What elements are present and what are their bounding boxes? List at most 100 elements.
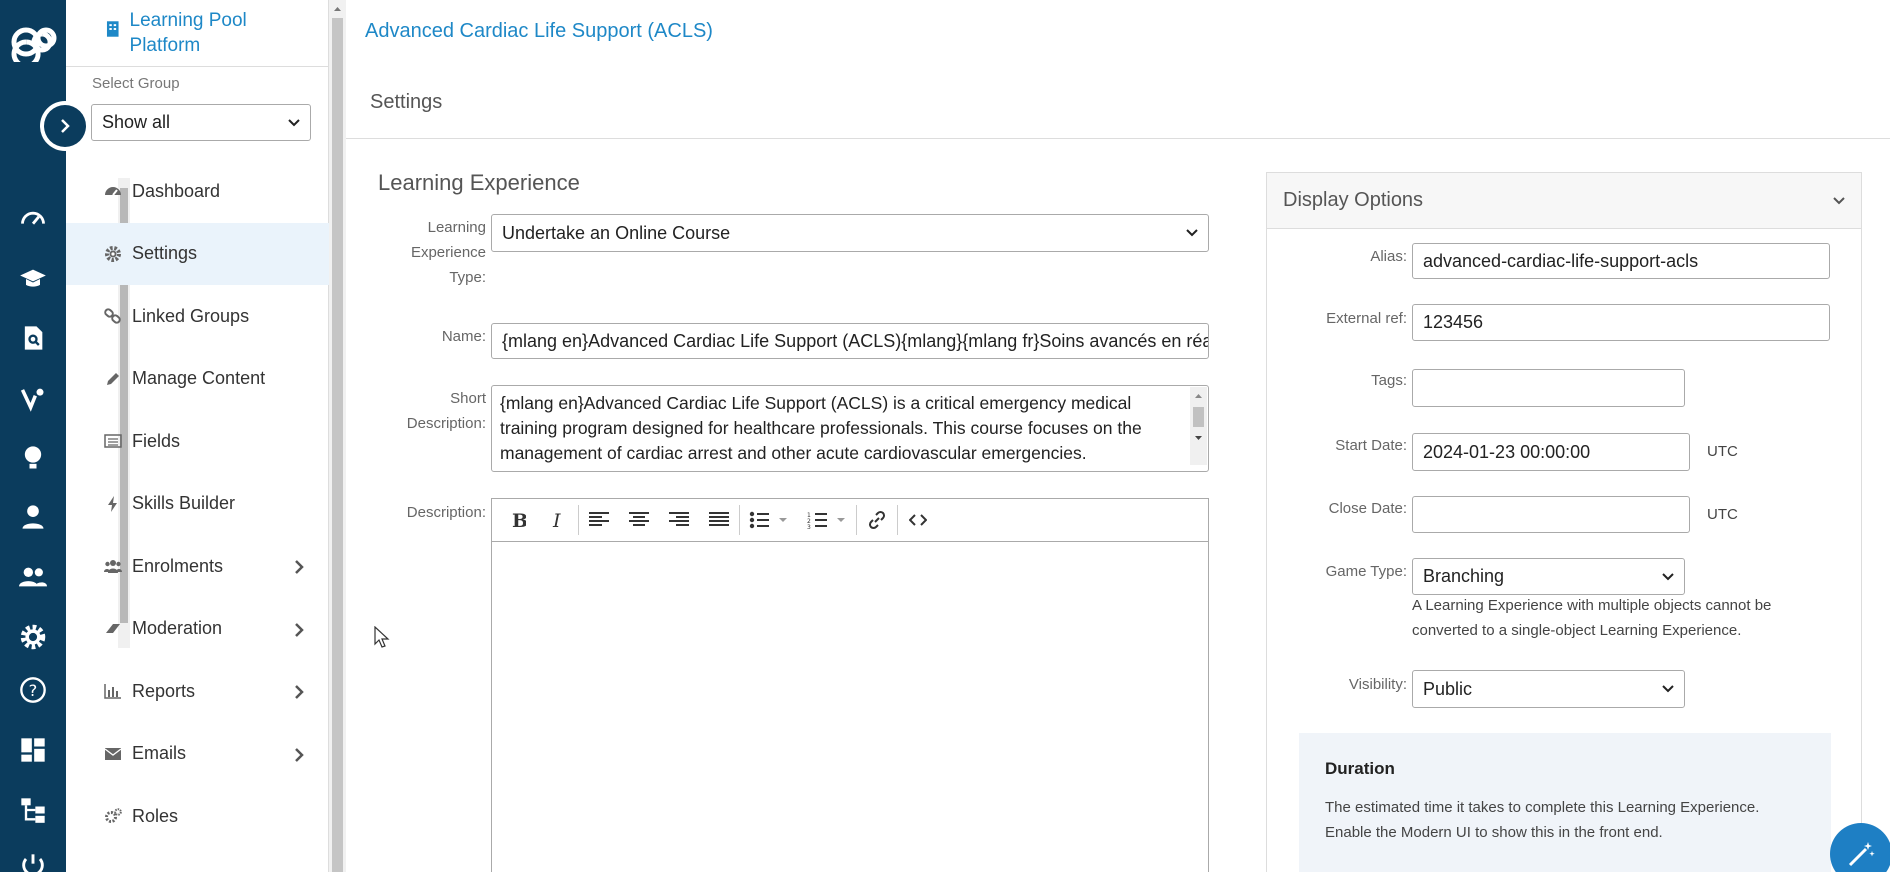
hierarchy-icon[interactable]	[13, 790, 53, 830]
sidebar-item-manage-content[interactable]: Manage Content	[66, 348, 329, 411]
graduation-cap-icon[interactable]	[13, 259, 53, 299]
chevron-right-icon	[294, 618, 304, 644]
chevron-right-icon	[294, 743, 304, 769]
power-icon[interactable]	[13, 846, 53, 872]
bold-button[interactable]: B	[498, 502, 538, 538]
alias-input[interactable]: advanced-cardiac-life-support-acls	[1412, 243, 1830, 279]
sidebar-item-emails[interactable]: Emails	[66, 723, 329, 786]
source-code-button[interactable]	[898, 502, 938, 538]
chevron-down-icon	[1186, 229, 1198, 237]
lightbulb-icon[interactable]	[13, 438, 53, 478]
document-search-icon[interactable]	[13, 318, 53, 358]
link-icon	[104, 307, 122, 325]
sidebar-item-moderation[interactable]: Moderation	[66, 598, 329, 661]
game-type-select[interactable]: Branching	[1412, 558, 1685, 595]
users-icon[interactable]	[13, 557, 53, 597]
dashboard-icon	[104, 182, 122, 200]
sidebar-item-label: Reports	[132, 680, 196, 701]
chevron-down-icon	[1833, 196, 1845, 204]
sidebar-item-settings[interactable]: Settings	[66, 222, 329, 285]
sidebar-item-label: Settings	[132, 243, 198, 264]
textarea-scrollbar[interactable]	[1190, 387, 1207, 465]
game-type-help: A Learning Experience with multiple obje…	[1412, 597, 1772, 639]
sidebar-item-fields[interactable]: Fields	[66, 410, 329, 473]
envelope-icon	[104, 745, 122, 763]
group-select[interactable]: Show all	[91, 104, 311, 141]
sidebar-nav: Dashboard Settings Linked Groups Manage …	[66, 160, 329, 848]
start-date-input[interactable]: 2024-01-23 00:00:00	[1412, 433, 1690, 471]
insert-link-button[interactable]	[857, 502, 897, 538]
platform-name[interactable]: Learning Pool Platform	[130, 8, 316, 58]
numbered-list-button[interactable]: 123	[798, 502, 856, 538]
external-ref-input[interactable]: 123456	[1412, 304, 1830, 341]
align-justify-icon	[709, 512, 729, 526]
visibility-value: Public	[1423, 678, 1473, 699]
name-input[interactable]: {mlang en}Advanced Cardiac Life Support …	[491, 323, 1209, 359]
sidebar-item-linked-groups[interactable]: Linked Groups	[66, 285, 329, 348]
external-ref-value: 123456	[1423, 312, 1484, 332]
start-date-value: 2024-01-23 00:00:00	[1423, 441, 1591, 462]
editor-toolbar: B I 123	[492, 499, 1208, 542]
description-editor[interactable]: B I 123	[491, 498, 1209, 872]
eraser-icon	[104, 620, 122, 638]
logo-icon[interactable]	[8, 22, 60, 69]
alias-value: advanced-cardiac-life-support-acls	[1423, 250, 1699, 271]
help-icon[interactable]: ?	[13, 670, 53, 710]
sidebar-item-reports[interactable]: Reports	[66, 660, 329, 723]
duration-title: Duration	[1325, 759, 1395, 778]
justify-button[interactable]	[699, 502, 739, 538]
svg-text:B: B	[512, 511, 526, 529]
main-content: Advanced Cardiac Life Support (ACLS) Set…	[346, 0, 1890, 872]
type-select[interactable]: Undertake an Online Course	[491, 214, 1209, 252]
alias-label: Alias:	[1370, 248, 1407, 265]
sidebar: Learning Pool Platform Select Group Show…	[66, 0, 329, 872]
list-icon	[104, 432, 122, 450]
sidebar-item-roles[interactable]: Roles	[66, 785, 329, 848]
sidebar-item-dashboard[interactable]: Dashboard	[66, 160, 329, 223]
numbered-list-icon: 123	[807, 512, 845, 529]
sidebar-item-label: Dashboard	[132, 180, 221, 201]
dashboard-tiles-icon[interactable]	[13, 730, 53, 770]
bolt-icon	[104, 495, 122, 513]
chevron-down-icon	[288, 118, 300, 126]
game-type-value: Branching	[1423, 566, 1505, 586]
sidebar-item-skills-builder[interactable]: Skills Builder	[66, 473, 329, 536]
users-icon	[104, 557, 122, 575]
platform-link[interactable]: Learning Pool Platform	[106, 8, 316, 58]
gear-icon	[104, 245, 122, 263]
user-icon[interactable]	[13, 497, 53, 537]
gear-icon[interactable]	[13, 617, 53, 657]
page-scrollbar[interactable]	[329, 0, 346, 872]
game-type-label: Game Type:	[1325, 563, 1407, 580]
chevron-down-icon	[1662, 572, 1674, 580]
italic-button[interactable]: I	[538, 502, 578, 538]
short-description-textarea[interactable]: {mlang en}Advanced Cardiac Life Support …	[491, 385, 1209, 472]
close-date-input[interactable]	[1412, 496, 1690, 533]
panel-title: Display Options	[1283, 189, 1424, 211]
align-left-icon	[589, 512, 609, 526]
code-icon	[909, 514, 927, 526]
bullet-list-button[interactable]	[740, 502, 798, 538]
scroll-up-icon[interactable]	[329, 2, 346, 16]
visibility-label: Visibility:	[1348, 676, 1407, 693]
magic-wand-button[interactable]	[1830, 823, 1890, 872]
align-right-button[interactable]	[659, 502, 699, 538]
display-options-header[interactable]: Display Options	[1267, 173, 1861, 229]
speedometer-icon[interactable]	[13, 199, 53, 239]
svg-text:3: 3	[807, 524, 811, 529]
align-center-button[interactable]	[619, 502, 659, 538]
external-ref-label: External ref:	[1326, 310, 1407, 327]
breadcrumb[interactable]: Advanced Cardiac Life Support (ACLS)	[365, 20, 713, 43]
sidebar-item-enrolments[interactable]: Enrolments	[66, 535, 329, 598]
building-icon	[106, 21, 119, 37]
align-left-button[interactable]	[579, 502, 619, 538]
visibility-select[interactable]: Public	[1412, 670, 1685, 708]
vector-icon[interactable]	[13, 378, 53, 418]
cogs-icon	[104, 807, 122, 825]
sidebar-item-label: Emails	[132, 743, 187, 764]
bullet-list-icon	[749, 511, 787, 529]
chevron-right-icon	[61, 119, 70, 133]
tags-input[interactable]	[1412, 369, 1685, 407]
expand-sidebar-button[interactable]	[40, 101, 90, 151]
link-icon	[868, 510, 886, 530]
